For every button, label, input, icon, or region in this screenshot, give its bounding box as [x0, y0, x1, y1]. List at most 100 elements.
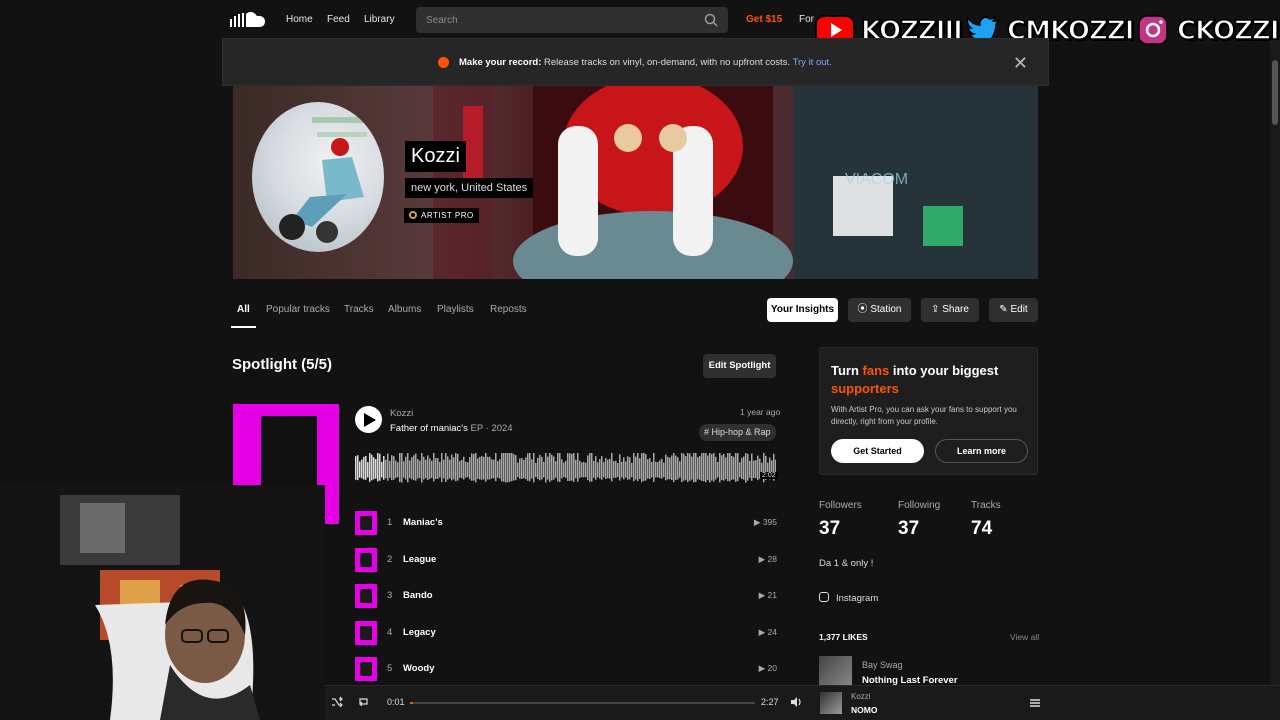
notice-link[interactable]: Try it out.	[793, 57, 832, 68]
waveform-bar	[389, 460, 391, 478]
waveform-bar	[689, 453, 691, 481]
track-name[interactable]: Maniac's	[403, 517, 443, 528]
soundcloud-logo-icon[interactable]	[230, 10, 266, 30]
play-button[interactable]	[355, 406, 382, 433]
waveform-bar	[553, 456, 555, 480]
share-button[interactable]: ⇪ Share	[921, 298, 979, 322]
genre-tag[interactable]: # Hip-hop & Rap	[699, 424, 776, 441]
instagram-link[interactable]: Instagram	[819, 592, 878, 604]
waveform-bar	[567, 453, 569, 481]
track-thumbnail	[355, 584, 377, 608]
search-icon[interactable]	[704, 13, 718, 27]
following-label[interactable]: Following	[898, 500, 940, 511]
list-item[interactable]: 2 League ▶ 28	[355, 548, 777, 572]
tab-tracks[interactable]: Tracks	[344, 304, 374, 315]
waveform-bar	[517, 462, 519, 478]
nav-feed[interactable]: Feed	[327, 14, 350, 25]
progress-bar[interactable]	[410, 702, 755, 704]
waveform-bar	[583, 461, 585, 478]
liked-track-thumbnail[interactable]	[819, 656, 852, 686]
waveform-bar	[589, 453, 591, 482]
waveform[interactable]	[355, 453, 776, 493]
waveform-bar	[421, 453, 423, 483]
waveform-bar	[593, 460, 595, 478]
edit-button[interactable]: ✎ Edit	[989, 298, 1038, 322]
release-artist[interactable]: Kozzi	[390, 408, 413, 419]
waveform-bar	[711, 454, 713, 481]
now-playing-thumbnail[interactable]	[820, 692, 842, 714]
waveform-bar	[633, 453, 635, 482]
tracks-count[interactable]: 74	[971, 518, 992, 540]
artist-avatar[interactable]	[252, 102, 384, 252]
play-count: 24	[767, 627, 777, 637]
shuffle-icon[interactable]	[331, 696, 343, 710]
waveform-bar	[629, 457, 631, 480]
for-artists-link[interactable]: For	[799, 14, 814, 25]
repeat-icon[interactable]	[357, 696, 369, 710]
waveform-bar	[747, 453, 749, 481]
waveform-bar	[503, 453, 505, 482]
waveform-bar	[667, 456, 669, 480]
likes-count: 1,377 LIKES	[819, 632, 868, 642]
edit-spotlight-button[interactable]: Edit Spotlight	[703, 354, 776, 378]
waveform-bar	[485, 453, 487, 482]
liked-track-artist[interactable]: Bay Swag	[862, 660, 903, 670]
tab-popular-tracks[interactable]: Popular tracks	[266, 304, 330, 315]
list-item[interactable]: 1 Maniac's ▶ 395	[355, 511, 777, 535]
search-input[interactable]	[426, 12, 696, 28]
waveform-bar	[735, 453, 737, 482]
pro-badge-label: ARTIST PRO	[421, 211, 474, 220]
tab-albums[interactable]: Albums	[388, 304, 421, 315]
artist-name: Kozzi	[405, 141, 466, 172]
waveform-bar	[705, 453, 707, 483]
tab-reposts[interactable]: Reposts	[490, 304, 527, 315]
tab-all[interactable]: All	[237, 304, 250, 315]
release-title[interactable]: Father of maniac's EP · 2024	[390, 423, 513, 434]
volume-icon[interactable]	[790, 696, 802, 710]
track-name[interactable]: Woody	[403, 663, 435, 674]
promo-heading: Turn fans into your biggest supporters	[831, 362, 1021, 398]
view-all-link[interactable]: View all	[1010, 632, 1039, 642]
now-playing-artist[interactable]: Kozzi	[851, 692, 871, 701]
waveform-bar	[435, 458, 437, 479]
waveform-bar	[495, 453, 497, 482]
nav-home[interactable]: Home	[286, 14, 313, 25]
now-playing-title[interactable]: NOMO	[851, 705, 877, 715]
track-name[interactable]: Legacy	[403, 627, 436, 638]
scrollbar-thumb[interactable]	[1272, 60, 1278, 125]
close-icon[interactable]: ✕	[1013, 53, 1028, 74]
followers-label[interactable]: Followers	[819, 500, 862, 511]
track-name[interactable]: League	[403, 554, 436, 565]
tracks-label[interactable]: Tracks	[971, 500, 1001, 511]
release-meta: EP · 2024	[467, 423, 513, 434]
waveform-bar	[393, 456, 395, 480]
list-item[interactable]: 5 Woody ▶ 20	[355, 657, 777, 681]
track-name[interactable]: Bando	[403, 590, 433, 601]
queue-icon[interactable]	[1029, 697, 1041, 711]
waveform-bar	[431, 460, 433, 478]
learn-more-button[interactable]: Learn more	[935, 439, 1028, 463]
waveform-bar	[529, 453, 531, 482]
list-item[interactable]: 4 Legacy ▶ 24	[355, 621, 777, 645]
nav-library[interactable]: Library	[364, 14, 395, 25]
your-insights-button[interactable]: Your Insights	[767, 298, 838, 322]
waveform-bar	[713, 453, 715, 482]
followers-count[interactable]: 37	[819, 518, 840, 540]
waveform-bar	[559, 453, 561, 483]
get-started-button[interactable]: Get Started	[831, 439, 924, 463]
waveform-bar	[513, 454, 515, 481]
tab-playlists[interactable]: Playlists	[437, 304, 474, 315]
track-plays: ▶ 28	[759, 554, 777, 565]
waveform-bar	[605, 458, 607, 479]
station-button[interactable]: ⦿ Station	[848, 298, 911, 322]
get-15-link[interactable]: Get $15	[746, 14, 782, 25]
search-box	[416, 7, 728, 33]
following-count[interactable]: 37	[898, 518, 919, 540]
play-icon	[364, 413, 376, 427]
waveform-bar	[505, 453, 507, 483]
page-scrollbar[interactable]	[1270, 40, 1280, 685]
waveform-bar	[609, 458, 611, 479]
list-item[interactable]: 3 Bando ▶ 21	[355, 584, 777, 608]
waveform-bar	[695, 453, 697, 482]
waveform-bar	[537, 457, 539, 480]
